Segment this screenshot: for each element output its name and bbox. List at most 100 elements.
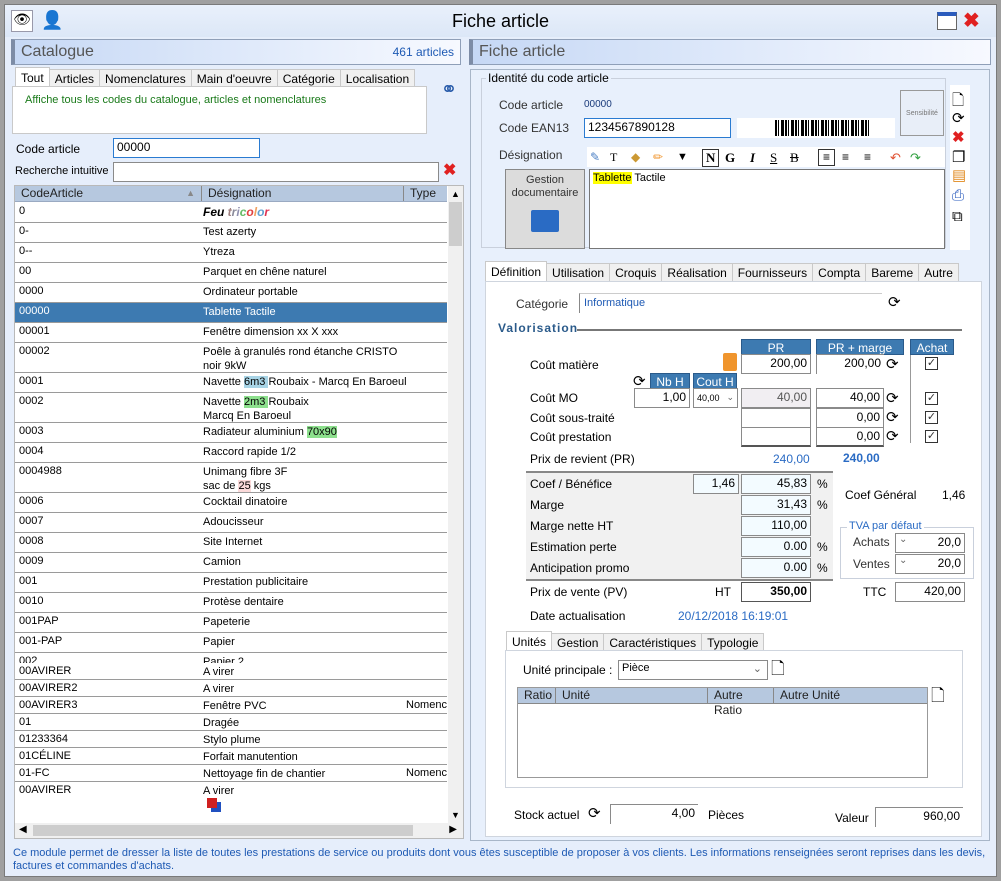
scroll-thumb[interactable] xyxy=(449,202,462,246)
align-left-icon[interactable]: ≡ xyxy=(818,149,835,166)
table-row[interactable]: 0007 Adoucisseur xyxy=(15,513,447,533)
table-row[interactable]: 00 Parquet en chêne naturel xyxy=(15,263,447,283)
stock-actuel-input[interactable]: 4,00 xyxy=(610,804,698,824)
cout-matiere-achat-checkbox[interactable]: ✓ xyxy=(925,357,938,370)
cout-prestation-pr[interactable] xyxy=(741,427,811,447)
tab-definition[interactable]: Définition xyxy=(485,261,548,282)
scroll-left-icon[interactable]: ◀ xyxy=(19,824,27,835)
bold-normal-button[interactable]: N xyxy=(702,149,720,167)
tab-utilisation[interactable]: Utilisation xyxy=(546,263,611,282)
italic-button[interactable]: I xyxy=(750,150,755,166)
table-row[interactable]: 00000 Tablette Tactile xyxy=(15,303,447,323)
col-ratio[interactable]: Ratio xyxy=(518,688,556,703)
maximize-icon[interactable] xyxy=(937,12,957,30)
code-article-input[interactable]: 00000 xyxy=(113,138,260,158)
designation-editor[interactable]: Tablette Tactile xyxy=(589,169,945,249)
cout-sous-traite-prm[interactable]: 0,00 xyxy=(816,408,884,428)
refresh-icon[interactable]: ⟳ xyxy=(952,111,965,126)
table-row[interactable]: 01233364 Stylo plume xyxy=(15,731,447,748)
binoculars-icon[interactable]: ⚭ xyxy=(437,80,461,100)
cout-prestation-refresh-icon[interactable]: ⟳ xyxy=(886,429,899,444)
cout-mo-prm[interactable]: 40,00 xyxy=(816,388,884,408)
brush-icon[interactable]: ✎ xyxy=(590,150,600,165)
table-row[interactable]: 00AVIRER A virer xyxy=(15,663,447,680)
scroll-down-icon[interactable]: ▼ xyxy=(448,807,463,823)
delete-icon[interactable]: ✖ xyxy=(952,130,965,145)
cout-prestation-achat-checkbox[interactable]: ✓ xyxy=(925,430,938,443)
clear-search-icon[interactable]: ✖ xyxy=(443,163,456,179)
marge-input[interactable]: 31,43 xyxy=(741,495,811,515)
table-row[interactable]: 0004988 Unimang fibre 3F sac de 25 kgs xyxy=(15,463,447,493)
cout-mo-refresh-icon[interactable]: ⟳ xyxy=(886,391,899,406)
dropdown-arrow-icon[interactable]: ▼ xyxy=(677,150,688,165)
col-codearticle[interactable]: CodeArticle ▲ xyxy=(15,186,202,201)
undo-icon[interactable]: ↶ xyxy=(890,150,901,165)
color-palette-icon[interactable]: ◆ xyxy=(631,150,640,165)
cout-mo-achat-checkbox[interactable]: ✓ xyxy=(925,392,938,405)
font-size-icon[interactable]: T xyxy=(610,150,617,165)
highlighter-icon[interactable]: ✏ xyxy=(653,150,663,165)
mo-refresh-icon[interactable]: ⟳ xyxy=(633,374,646,389)
gestion-doc-button[interactable]: Gestion documentaire xyxy=(505,169,585,249)
table-row[interactable]: 0003 Radiateur aluminium 70x90 xyxy=(15,423,447,443)
table-row[interactable]: 01CÉLINE Forfait manutention xyxy=(15,748,447,765)
close-icon[interactable]: ✖ xyxy=(963,8,985,32)
vertical-scrollbar[interactable]: ▲ ▼ xyxy=(448,186,463,823)
col-designation[interactable]: Désignation xyxy=(202,186,404,201)
marge-nette-input[interactable]: 110,00 xyxy=(741,516,811,536)
bold-button[interactable]: G xyxy=(725,150,735,166)
duplicate-icon[interactable]: ⧉ xyxy=(952,209,963,224)
print-preview-icon[interactable]: ⎙ xyxy=(952,188,964,203)
new-document-icon[interactable]: 🗋 xyxy=(952,93,964,108)
table-row[interactable]: 0002 Navette 2m3 Roubaix Marcq En Baroeul xyxy=(15,393,447,423)
table-row[interactable]: 0010 Protèse dentaire xyxy=(15,593,447,613)
prix-vente-ht-input[interactable]: 350,00 xyxy=(741,582,811,602)
table-row[interactable]: 0- Test azerty xyxy=(15,223,447,243)
align-center-icon[interactable]: ≡ xyxy=(842,150,849,165)
archive-icon[interactable]: ▤ xyxy=(952,168,966,183)
tab-fournisseurs[interactable]: Fournisseurs xyxy=(731,263,814,282)
hscroll-thumb[interactable] xyxy=(33,825,413,836)
tab-autre[interactable]: Autre xyxy=(918,263,959,282)
calculator-icon[interactable] xyxy=(723,353,737,371)
tab-realisation[interactable]: Réalisation xyxy=(661,263,733,282)
cout-prestation-prm[interactable]: 0,00 xyxy=(816,427,884,447)
tab-unites[interactable]: Unités xyxy=(506,631,553,652)
scroll-up-icon[interactable]: ▲ xyxy=(448,186,463,202)
sensibilite-button[interactable]: Sensibilité xyxy=(900,90,944,136)
anticipation-promo-input[interactable]: 0.00 xyxy=(741,558,811,578)
col-unite[interactable]: Unité xyxy=(556,688,708,703)
table-row[interactable]: 0 Feu tricolor xyxy=(15,203,447,223)
ean-input[interactable]: 1234567890128 xyxy=(584,118,731,138)
table-row[interactable]: 00AVIRER2 A virer xyxy=(15,680,447,697)
align-right-icon[interactable]: ≡ xyxy=(864,150,871,165)
strikethrough-button[interactable]: B xyxy=(790,150,799,166)
cout-mo-couth-select[interactable]: 40,00 ⌄ xyxy=(693,388,738,408)
cout-matiere-pr[interactable]: 200,00 xyxy=(741,354,811,374)
new-unit-icon[interactable]: 🗋 xyxy=(771,660,785,677)
categorie-refresh-icon[interactable]: ⟳ xyxy=(888,295,901,310)
unite-principale-select[interactable]: Pièce ⌄ xyxy=(618,660,768,680)
tab-croquis[interactable]: Croquis xyxy=(609,263,663,282)
col-type[interactable]: Type xyxy=(404,186,447,201)
col-autre-unite[interactable]: Autre Unité xyxy=(774,688,927,703)
scroll-right-icon[interactable]: ▶ xyxy=(449,824,457,835)
valeur-input[interactable]: 960,00 xyxy=(875,807,963,827)
cout-sous-traite-achat-checkbox[interactable]: ✓ xyxy=(925,411,938,424)
table-row[interactable]: 01-FC Nettoyage fin de chantier Nomenc xyxy=(15,765,447,782)
tab-compta[interactable]: Compta xyxy=(812,263,867,282)
underline-button[interactable]: S xyxy=(770,150,777,166)
coef-input[interactable]: 1,46 xyxy=(693,474,739,494)
table-row[interactable]: 00AVIRER A virer xyxy=(15,782,447,812)
horizontal-scrollbar[interactable]: ◀ ▶ xyxy=(15,823,463,838)
benefice-input[interactable]: 45,83 xyxy=(741,474,811,494)
cout-sous-traite-pr[interactable] xyxy=(741,408,811,428)
table-row[interactable]: 0001 Navette 6m3 Roubaix - Marcq En Baroe… xyxy=(15,373,447,393)
table-row[interactable]: 00001 Fenêtre dimension xx X xxx xyxy=(15,323,447,343)
recherche-input[interactable] xyxy=(113,162,439,182)
add-unit-row-icon[interactable]: 🗋 xyxy=(931,687,945,704)
table-row[interactable]: 00002 Poêle à granulés rond étanche CRIST… xyxy=(15,343,447,373)
cout-matiere-refresh-icon[interactable]: ⟳ xyxy=(886,357,899,372)
table-row[interactable]: 00AVIRER3 Fenêtre PVC Nomenc xyxy=(15,697,447,714)
tab-bareme[interactable]: Bareme xyxy=(865,263,920,282)
